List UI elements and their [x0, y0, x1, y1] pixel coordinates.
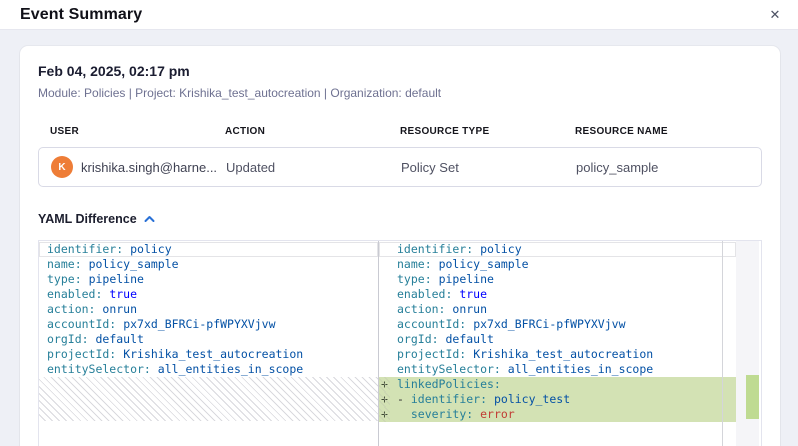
- diff-line: accountId: px7xd_BFRCi-pfWPYXVjvw: [39, 317, 378, 332]
- event-meta: Module: Policies | Project: Krishika_tes…: [38, 86, 762, 100]
- diff-line: action: onrun: [39, 302, 378, 317]
- diff-removed-placeholder: [39, 377, 378, 421]
- yaml-difference-label: YAML Difference: [38, 212, 137, 226]
- diff-added-line: severity: error: [379, 407, 736, 422]
- diff-original-pane[interactable]: identifier: policyname: policy_sampletyp…: [39, 241, 378, 446]
- diff-line: enabled: true: [39, 287, 378, 302]
- column-user: USER: [50, 126, 225, 137]
- chevron-up-icon: [144, 215, 155, 223]
- resource-name-cell: policy_sample: [576, 160, 761, 175]
- diff-line: type: pipeline: [39, 272, 378, 287]
- resource-type-cell: Policy Set: [401, 160, 576, 175]
- action-cell: Updated: [226, 160, 401, 175]
- event-summary-modal: Event Summary ✕ Feb 04, 2025, 02:17 pm M…: [0, 0, 798, 446]
- diff-added-line: - identifier: policy_test: [379, 392, 736, 407]
- user-email: krishika.singh@harne...: [81, 160, 216, 175]
- diff-line: projectId: Krishika_test_autocreation: [39, 347, 378, 362]
- column-action: ACTION: [225, 126, 400, 137]
- event-card: Feb 04, 2025, 02:17 pm Module: Policies …: [20, 46, 780, 446]
- audit-table-header: USER ACTION RESOURCE TYPE RESOURCE NAME: [38, 126, 762, 137]
- diff-line: name: policy_sample: [39, 257, 378, 272]
- modal-header: Event Summary ✕: [0, 0, 798, 30]
- diff-line: projectId: Krishika_test_autocreation: [379, 347, 736, 362]
- diff-line: action: onrun: [379, 302, 736, 317]
- column-resource-name: RESOURCE NAME: [575, 126, 762, 137]
- diff-line: name: policy_sample: [379, 257, 736, 272]
- diff-line: entitySelector: all_entities_in_scope: [39, 362, 378, 377]
- modal-title: Event Summary: [20, 6, 142, 24]
- diff-line: accountId: px7xd_BFRCi-pfWPYXVjvw: [379, 317, 736, 332]
- diff-line: entitySelector: all_entities_in_scope: [379, 362, 736, 377]
- event-timestamp: Feb 04, 2025, 02:17 pm: [38, 63, 762, 79]
- yaml-diff-editor: identifier: policyname: policy_sampletyp…: [38, 240, 762, 446]
- yaml-difference-toggle[interactable]: YAML Difference: [38, 212, 155, 226]
- column-resource-type: RESOURCE TYPE: [400, 126, 575, 137]
- diff-line: type: pipeline: [379, 272, 736, 287]
- close-icon[interactable]: ✕: [764, 4, 786, 26]
- table-row: K krishika.singh@harne... Updated Policy…: [38, 147, 762, 187]
- overview-ruler-scrollbar[interactable]: [736, 241, 759, 446]
- diff-added-marker: [746, 375, 759, 419]
- diff-line: identifier: policy: [39, 242, 378, 257]
- diff-modified-pane[interactable]: identifier: policyname: policy_sampletyp…: [379, 241, 761, 446]
- diff-line: orgId: default: [39, 332, 378, 347]
- avatar: K: [51, 156, 73, 178]
- user-cell: K krishika.singh@harne...: [51, 156, 226, 178]
- diff-line: identifier: policy: [379, 242, 736, 257]
- scrollbar-track-border: [722, 241, 723, 446]
- diff-line: orgId: default: [379, 332, 736, 347]
- diff-added-line: linkedPolicies:: [379, 377, 736, 392]
- diff-line: enabled: true: [379, 287, 736, 302]
